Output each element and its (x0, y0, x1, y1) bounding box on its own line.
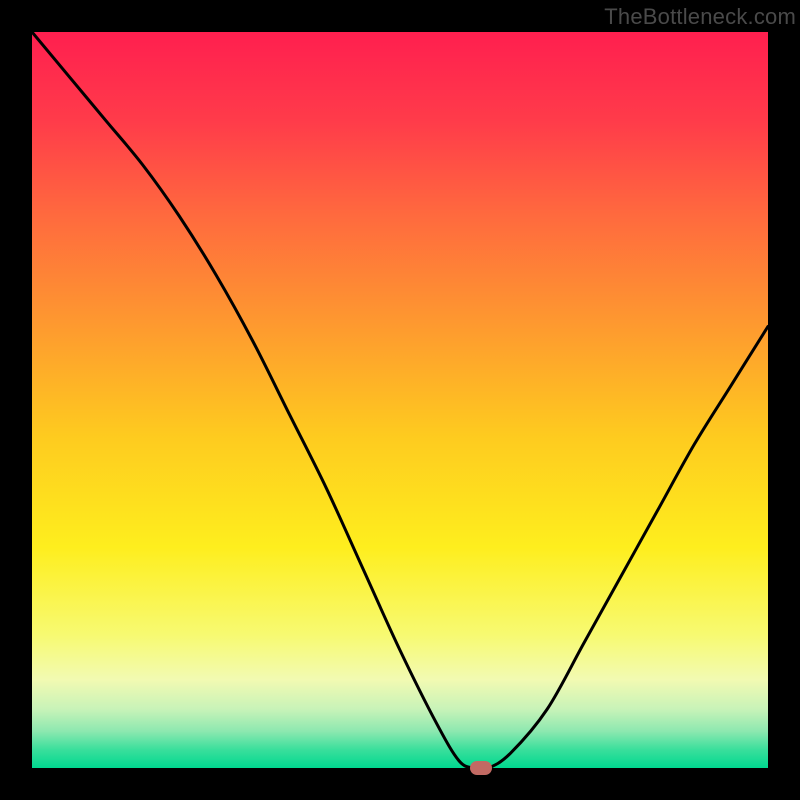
bottleneck-curve (32, 32, 768, 768)
minimum-marker (470, 761, 492, 775)
bottleneck-chart: TheBottleneck.com (0, 0, 800, 800)
curve-layer (32, 32, 768, 768)
watermark-text: TheBottleneck.com (604, 4, 796, 30)
plot-area (32, 32, 768, 768)
